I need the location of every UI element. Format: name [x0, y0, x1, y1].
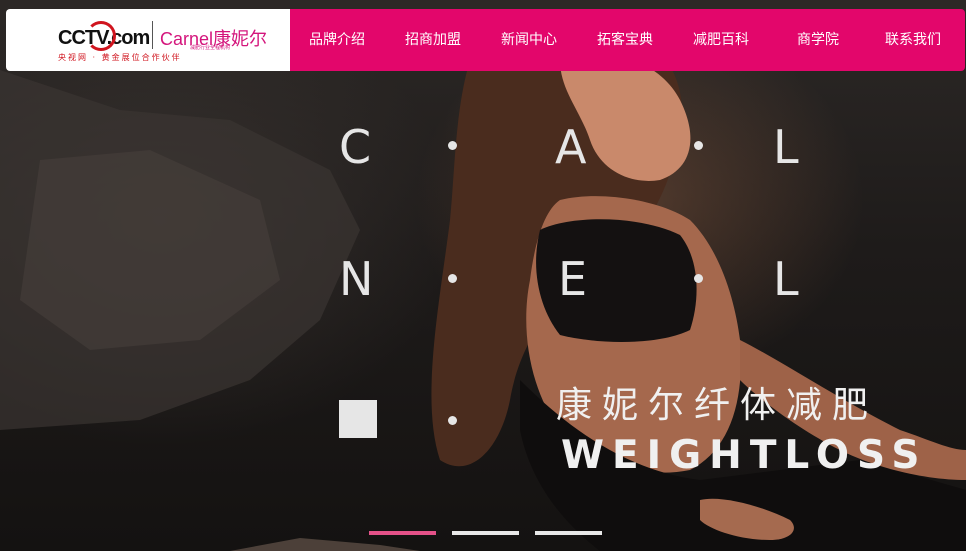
hero-dot [448, 141, 457, 150]
logo[interactable]: CCTV.com Carnel康妮尔 减肥行业全程机构 央视网 · 黄金展位合作… [6, 9, 290, 71]
nav-item-business-school[interactable]: 商学院 [797, 9, 839, 71]
main-nav: 品牌介绍 招商加盟 新闻中心 拓客宝典 减肥百科 商学院 联系我们 [290, 9, 965, 71]
logo-tagline: 央视网 · 黄金展位合作伙伴 [58, 53, 182, 62]
nav-item-customer-guide[interactable]: 拓客宝典 [597, 9, 653, 71]
hero-letter: A [555, 120, 587, 174]
nav-item-brand-intro[interactable]: 品牌介绍 [309, 9, 365, 71]
nav-item-weightloss-wiki[interactable]: 减肥百科 [693, 9, 749, 71]
hero-letter: E [558, 252, 588, 306]
hero-letter: N [339, 252, 374, 306]
site-header: CCTV.com Carnel康妮尔 减肥行业全程机构 央视网 · 黄金展位合作… [6, 9, 965, 71]
brand-subtitle: 减肥行业全程机构 [190, 45, 231, 51]
hero-letter: L [773, 252, 799, 306]
nav-item-news[interactable]: 新闻中心 [501, 9, 557, 71]
nav-item-franchise[interactable]: 招商加盟 [405, 9, 461, 71]
hero-dot [448, 416, 457, 425]
hero-letter: C [339, 120, 372, 174]
slider-indicator[interactable] [369, 531, 436, 535]
hero-square-mark [339, 400, 377, 438]
hero-dot [694, 141, 703, 150]
nav-item-contact[interactable]: 联系我们 [885, 9, 941, 71]
slider-indicator[interactable] [452, 531, 519, 535]
hero-dot [694, 274, 703, 283]
slider-indicator[interactable] [535, 531, 602, 535]
hero-title-cn: 康妮尔纤体减肥 [556, 385, 879, 426]
logo-divider [152, 21, 153, 49]
hero-dot [448, 274, 457, 283]
hero-letter: L [773, 120, 799, 174]
hero-title-en: WEIGHTLOSS [561, 433, 928, 478]
cctv-ring-icon [86, 21, 116, 51]
